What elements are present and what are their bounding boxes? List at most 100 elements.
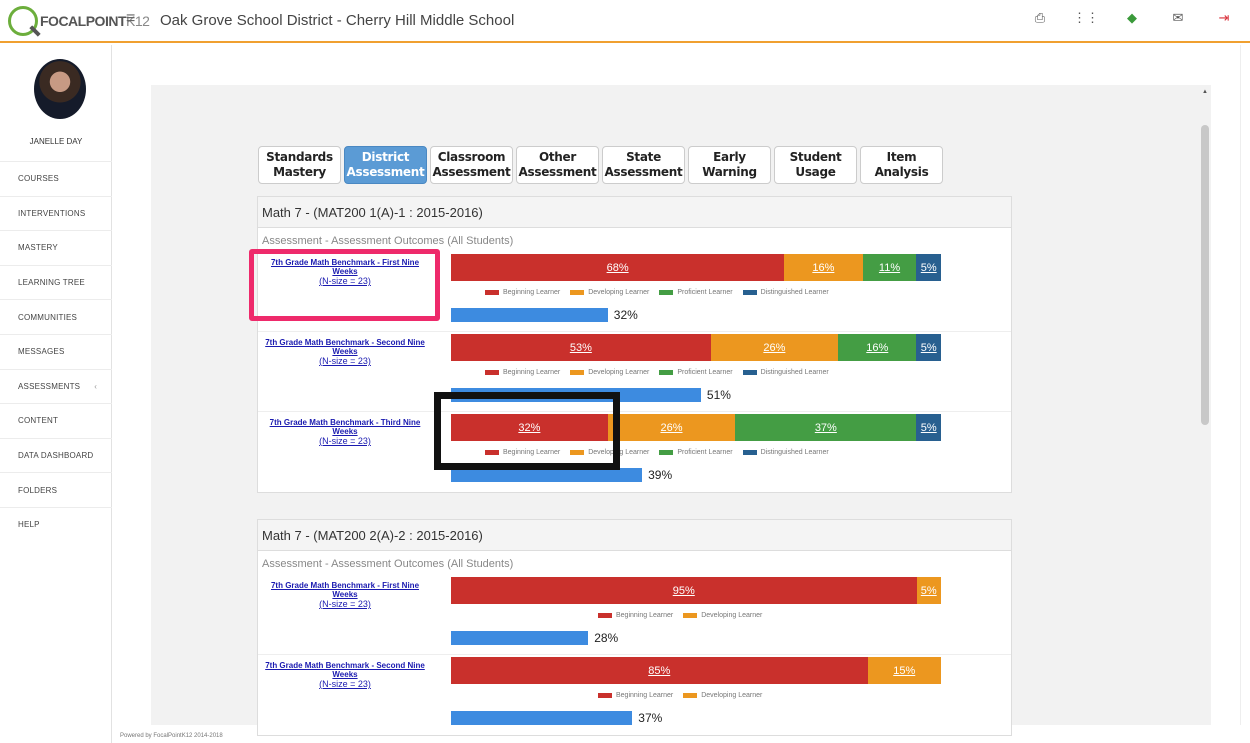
card-title: Math 7 - (MAT200 1(A)-1 : 2015-2016) bbox=[258, 197, 1011, 228]
progress-label: 28% bbox=[594, 631, 619, 645]
sidebar-item-assessments[interactable]: ASSESSMENTS ‹ bbox=[0, 368, 112, 404]
tab-label-line2: Assessment bbox=[518, 165, 597, 179]
sidebar-item-label: DATA DASHBOARD bbox=[18, 451, 94, 461]
progress-label: 32% bbox=[613, 308, 638, 322]
assessment-link[interactable]: 7th Grade Math Benchmark - Third Nine We… bbox=[270, 418, 421, 436]
legend-label: Beginning Learner bbox=[616, 612, 674, 619]
legend-item-developing[interactable]: Developing Learner bbox=[570, 289, 649, 296]
sidebar-item-content[interactable]: CONTENT bbox=[0, 403, 112, 438]
scroll-thumb[interactable] bbox=[1201, 125, 1209, 425]
legend-item-developing[interactable]: Developing Learner bbox=[683, 612, 762, 619]
legend-swatch bbox=[485, 289, 499, 295]
legend-label: Developing Learner bbox=[701, 692, 763, 699]
sidebar-item-interventions[interactable]: INTERVENTIONS bbox=[0, 195, 112, 231]
tab-state-assessment[interactable]: State Assessment bbox=[602, 146, 685, 184]
tab-standards-mastery[interactable]: Standards Mastery bbox=[258, 146, 341, 184]
scroll-up-icon[interactable]: ▲ bbox=[1202, 89, 1208, 95]
mail-icon[interactable]: ✉ bbox=[1170, 10, 1186, 26]
scrollbar[interactable]: ▲ bbox=[1199, 85, 1211, 725]
bar-segment-developing[interactable]: 26% bbox=[710, 334, 839, 361]
sidebar-item-mastery[interactable]: MASTERY bbox=[0, 230, 112, 265]
grid-icon[interactable]: ⋮⋮ bbox=[1073, 10, 1099, 26]
bar-segment-proficient[interactable]: 37% bbox=[735, 414, 917, 441]
sidebar-item-label: CONTENT bbox=[18, 416, 59, 426]
tab-classroom-assessment[interactable]: Classroom Assessment bbox=[430, 146, 513, 184]
bar-segment-beginning[interactable]: 68% bbox=[451, 254, 785, 281]
nsize-link[interactable]: (N-size = 23) bbox=[260, 437, 430, 446]
assessment-title-block: 7th Grade Math Benchmark - Second Nine W… bbox=[260, 661, 430, 689]
tab-early-warning[interactable]: Early Warning bbox=[688, 146, 771, 184]
assessment-link[interactable]: 7th Grade Math Benchmark - Second Nine W… bbox=[265, 338, 425, 356]
nsize-link[interactable]: (N-size = 23) bbox=[260, 357, 430, 366]
legend-label: Distinguished Learner bbox=[760, 449, 829, 456]
bar-segment-beginning[interactable]: 85% bbox=[451, 657, 868, 684]
outcome-stacked-bar: 68% 16% 11% 5% bbox=[451, 254, 941, 281]
magnifier-logo-icon bbox=[8, 6, 38, 36]
bar-segment-developing[interactable]: 15% bbox=[867, 657, 941, 684]
nsize-link[interactable]: (N-size = 23) bbox=[260, 680, 430, 689]
bar-segment-proficient[interactable]: 11% bbox=[862, 254, 917, 281]
footer: Powered by FocalPointK12 2014-2018 bbox=[120, 733, 223, 739]
progress-label: 37% bbox=[638, 711, 663, 725]
legend-swatch bbox=[683, 692, 698, 698]
assessment-link[interactable]: 7th Grade Math Benchmark - First Nine We… bbox=[271, 581, 419, 599]
sidebar-item-label: MESSAGES bbox=[18, 347, 65, 357]
bar-segment-proficient[interactable]: 16% bbox=[838, 334, 917, 361]
bar-segment-developing[interactable]: 5% bbox=[916, 577, 941, 604]
bar-segment-developing[interactable]: 26% bbox=[607, 414, 736, 441]
bar-segment-distinguished[interactable]: 5% bbox=[916, 334, 941, 361]
legend-item-beginning[interactable]: Beginning Learner bbox=[485, 289, 560, 296]
sidebar-item-label: HELP bbox=[18, 520, 40, 530]
legend-item-beginning[interactable]: Beginning Learner bbox=[598, 692, 673, 699]
bar-segment-distinguished[interactable]: 5% bbox=[916, 414, 941, 441]
legend-item-developing[interactable]: Developing Learner bbox=[570, 369, 649, 376]
print-icon[interactable]: ⎙ bbox=[1032, 10, 1048, 26]
sidebar-item-messages[interactable]: MESSAGES bbox=[0, 333, 112, 369]
pink-highlight-box bbox=[249, 249, 440, 321]
legend-item-distinguished[interactable]: Distinguished Learner bbox=[742, 449, 829, 456]
legend-item-distinguished[interactable]: Distinguished Learner bbox=[742, 289, 829, 296]
tab-district-assessment[interactable]: District Assessment bbox=[344, 146, 427, 184]
assessment-tabs: Standards Mastery District Assessment Classr… bbox=[258, 146, 943, 184]
tab-other-assessment[interactable]: Other Assessment bbox=[516, 146, 599, 184]
sidebar-item-help[interactable]: HELP bbox=[0, 506, 112, 542]
legend-item-beginning[interactable]: Beginning Learner bbox=[485, 369, 560, 376]
logout-icon[interactable]: ⇥ bbox=[1216, 10, 1232, 26]
progress-bar bbox=[451, 711, 633, 725]
card-title: Math 7 - (MAT200 2(A)-2 : 2015-2016) bbox=[258, 520, 1011, 551]
sidebar-item-data-dashboard[interactable]: DATA DASHBOARD bbox=[0, 437, 112, 473]
legend-item-developing[interactable]: Developing Learner bbox=[683, 692, 762, 699]
sidebar-item-learning-tree[interactable]: LEARNING TREE bbox=[0, 264, 112, 300]
legend-item-distinguished[interactable]: Distinguished Learner bbox=[742, 369, 829, 376]
top-bar: FOCALPOINTK12 ≡ Oak Grove School Distric… bbox=[0, 0, 1250, 43]
bar-segment-beginning[interactable]: 53% bbox=[451, 334, 711, 361]
legend-item-proficient[interactable]: Proficient Learner bbox=[659, 289, 733, 296]
outer-scrollbar[interactable] bbox=[1240, 45, 1250, 725]
sidebar-item-folders[interactable]: FOLDERS bbox=[0, 472, 112, 507]
tab-student-usage[interactable]: Student Usage bbox=[774, 146, 857, 184]
outcome-stacked-bar: 85% 15% bbox=[451, 657, 941, 684]
tab-item-analysis[interactable]: Item Analysis bbox=[860, 146, 943, 184]
legend-item-proficient[interactable]: Proficient Learner bbox=[659, 369, 733, 376]
bar-segment-beginning[interactable]: 95% bbox=[451, 577, 917, 604]
legend-item-proficient[interactable]: Proficient Learner bbox=[659, 449, 733, 456]
bar-segment-distinguished[interactable]: 5% bbox=[916, 254, 941, 281]
sidebar: JANELLE DAY COURSES INTERVENTIONS MASTERY L… bbox=[0, 45, 112, 743]
sidebar-item-courses[interactable]: COURSES bbox=[0, 161, 112, 196]
menu-toggle-icon[interactable]: ≡ bbox=[126, 10, 135, 28]
bar-segment-developing[interactable]: 16% bbox=[784, 254, 863, 281]
avatar[interactable] bbox=[34, 59, 86, 119]
legend-swatch bbox=[742, 449, 757, 455]
tab-label-line1: Other bbox=[538, 150, 577, 164]
assessment-row: 7th Grade Math Benchmark - Second Nine W… bbox=[258, 332, 1011, 412]
nsize-link[interactable]: (N-size = 23) bbox=[260, 600, 430, 609]
sidebar-item-communities[interactable]: COMMUNITIES bbox=[0, 299, 112, 334]
notification-icon[interactable]: ◆ bbox=[1124, 10, 1140, 26]
assessment-link[interactable]: 7th Grade Math Benchmark - Second Nine W… bbox=[265, 661, 425, 679]
legend-item-beginning[interactable]: Beginning Learner bbox=[598, 612, 673, 619]
tab-label-line2: Analysis bbox=[874, 165, 929, 179]
tab-label-line2: Assessment bbox=[346, 165, 425, 179]
legend-label: Distinguished Learner bbox=[760, 289, 829, 296]
assessment-row: 7th Grade Math Benchmark - First Nine We… bbox=[258, 575, 1011, 655]
legend-label: Developing Learner bbox=[588, 289, 650, 296]
